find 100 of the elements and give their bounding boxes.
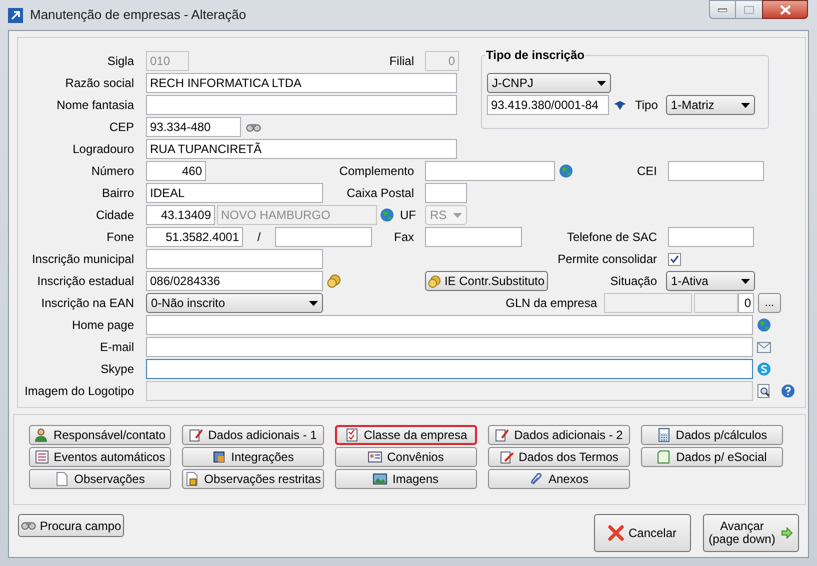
input-field[interactable]: 460 — [146, 161, 206, 181]
field-label: Inscrição na EAN — [40, 295, 134, 312]
page-icon — [657, 450, 672, 464]
field-label: Cidade — [94, 207, 134, 224]
section-button[interactable]: Imagens — [335, 469, 477, 489]
section-button[interactable]: Integrações — [182, 447, 324, 467]
dropdown[interactable]: J-CNPJ — [487, 73, 611, 93]
note-pen-icon — [189, 428, 204, 442]
field-label: Nome fantasia — [56, 97, 134, 114]
input-field[interactable] — [668, 161, 764, 181]
caret-icon — [453, 212, 462, 218]
close-button[interactable] — [762, 0, 808, 19]
section-button[interactable]: Convênios — [335, 447, 477, 467]
section-button[interactable]: Dados p/ eSocial — [641, 447, 783, 467]
input-field[interactable] — [146, 359, 753, 379]
minimize-icon — [718, 8, 727, 12]
binoculars-icon — [20, 521, 36, 530]
globe-icon[interactable] — [559, 164, 573, 178]
input-field[interactable]: 93.419.380/0001-84 — [487, 95, 609, 115]
window-title: Manutenção de empresas - Alteração — [30, 6, 246, 24]
field-label: Sigla — [106, 53, 134, 70]
group-title: Tipo de inscrição — [485, 48, 586, 62]
field-label: Complemento — [338, 163, 414, 180]
section-button[interactable]: Dados adicionais - 1 — [182, 425, 324, 445]
section-button[interactable]: Anexos — [488, 469, 630, 489]
field-label: CEI — [636, 163, 657, 180]
input-field[interactable]: 0 — [738, 293, 754, 313]
input-field[interactable] — [146, 337, 753, 357]
checkbox[interactable] — [668, 252, 681, 266]
field-label: Razão social — [64, 75, 134, 92]
input-field[interactable]: 51.3582.4001 — [146, 227, 243, 247]
minimize-button[interactable] — [709, 0, 736, 19]
field-label: Filial — [388, 53, 414, 70]
input-field[interactable] — [425, 183, 467, 203]
pencil-icon — [500, 450, 514, 464]
coins-icon[interactable] — [327, 274, 341, 288]
field-label: UF — [400, 207, 414, 224]
dropdown[interactable]: 1-Matriz — [666, 95, 755, 115]
section-button[interactable]: Eventos automáticos — [29, 447, 171, 467]
input-field[interactable]: 43.13409 — [146, 205, 215, 225]
section-button[interactable]: Classe da empresa — [335, 425, 477, 445]
person-icon — [34, 428, 48, 442]
input-field[interactable]: 086/0284336 — [146, 271, 323, 291]
input-field[interactable] — [146, 95, 457, 115]
globe-icon[interactable] — [757, 318, 771, 332]
page-icon — [55, 472, 70, 486]
section-button[interactable]: Dados dos Termos — [488, 447, 630, 467]
cancel-button[interactable]: Cancelar — [594, 514, 691, 552]
field-label: Bairro — [100, 185, 134, 202]
globe-icon[interactable] — [380, 208, 394, 222]
field-label: Situação — [609, 273, 657, 290]
binoculars-icon[interactable] — [246, 122, 261, 132]
field-label: E-mail — [98, 339, 134, 356]
field-label: Permite consolidar — [556, 251, 657, 268]
field-label: Fax — [392, 229, 414, 246]
input-field[interactable] — [425, 227, 522, 247]
maximize-icon — [744, 6, 754, 14]
arrow-right-icon — [781, 527, 794, 539]
caret-icon — [740, 102, 750, 108]
section-button[interactable]: Observações — [29, 469, 171, 489]
field-label: Imagem do Logotipo — [24, 383, 134, 400]
input-field[interactable] — [275, 227, 372, 247]
field-label: GLN da empresa — [504, 295, 597, 312]
help-icon[interactable] — [781, 384, 795, 398]
dropdown[interactable]: 1-Ativa — [666, 271, 755, 291]
preview-icon[interactable] — [757, 384, 771, 398]
input-field[interactable] — [668, 227, 754, 247]
note-pen-icon — [495, 428, 510, 442]
field-label: Skype — [100, 361, 134, 378]
input-field[interactable] — [425, 161, 555, 181]
field-label: Número — [90, 163, 134, 180]
field-label: Inscrição municipal — [30, 251, 134, 268]
field-label: Logradouro — [72, 141, 134, 158]
paperclip-icon — [529, 472, 544, 486]
section-button[interactable]: Responsável/contato — [29, 425, 171, 445]
input-field[interactable]: IDEAL — [146, 183, 323, 203]
envelope-icon[interactable] — [757, 342, 771, 352]
section-button[interactable]: Observações restritas — [182, 469, 324, 489]
app-icon — [8, 8, 23, 22]
input-field[interactable] — [146, 315, 753, 335]
input-field[interactable] — [146, 249, 323, 269]
input-field[interactable]: RUA TUPANCIRETÃ — [146, 139, 457, 159]
cross-icon — [608, 525, 624, 541]
field-label: Telefone de SAC — [566, 229, 657, 246]
next-button[interactable]: Avançar (page down) — [703, 514, 799, 552]
input-field[interactable]: 93.334-480 — [146, 117, 241, 137]
padlock-page-icon — [185, 472, 200, 486]
procura-campo-button[interactable]: Procura campo — [18, 514, 124, 537]
dropdown[interactable]: 0-Não inscrito — [146, 293, 323, 313]
field-label: Fone — [106, 229, 134, 246]
checklist-icon — [344, 428, 359, 442]
field-label: Caixa Postal — [346, 185, 414, 202]
caret-icon — [741, 278, 750, 284]
ie-button[interactable]: IE Contr.Substituto — [425, 271, 548, 291]
section-button[interactable]: Dados p/cálculos — [641, 425, 783, 445]
field-label: Inscrição estadual — [36, 273, 134, 290]
section-button[interactable]: Dados adicionais - 2 — [488, 425, 630, 445]
ellipsis-button[interactable]: ... — [758, 293, 781, 313]
input-field[interactable]: RECH INFORMATICA LTDA — [146, 73, 457, 93]
separator-text: / — [256, 229, 262, 246]
